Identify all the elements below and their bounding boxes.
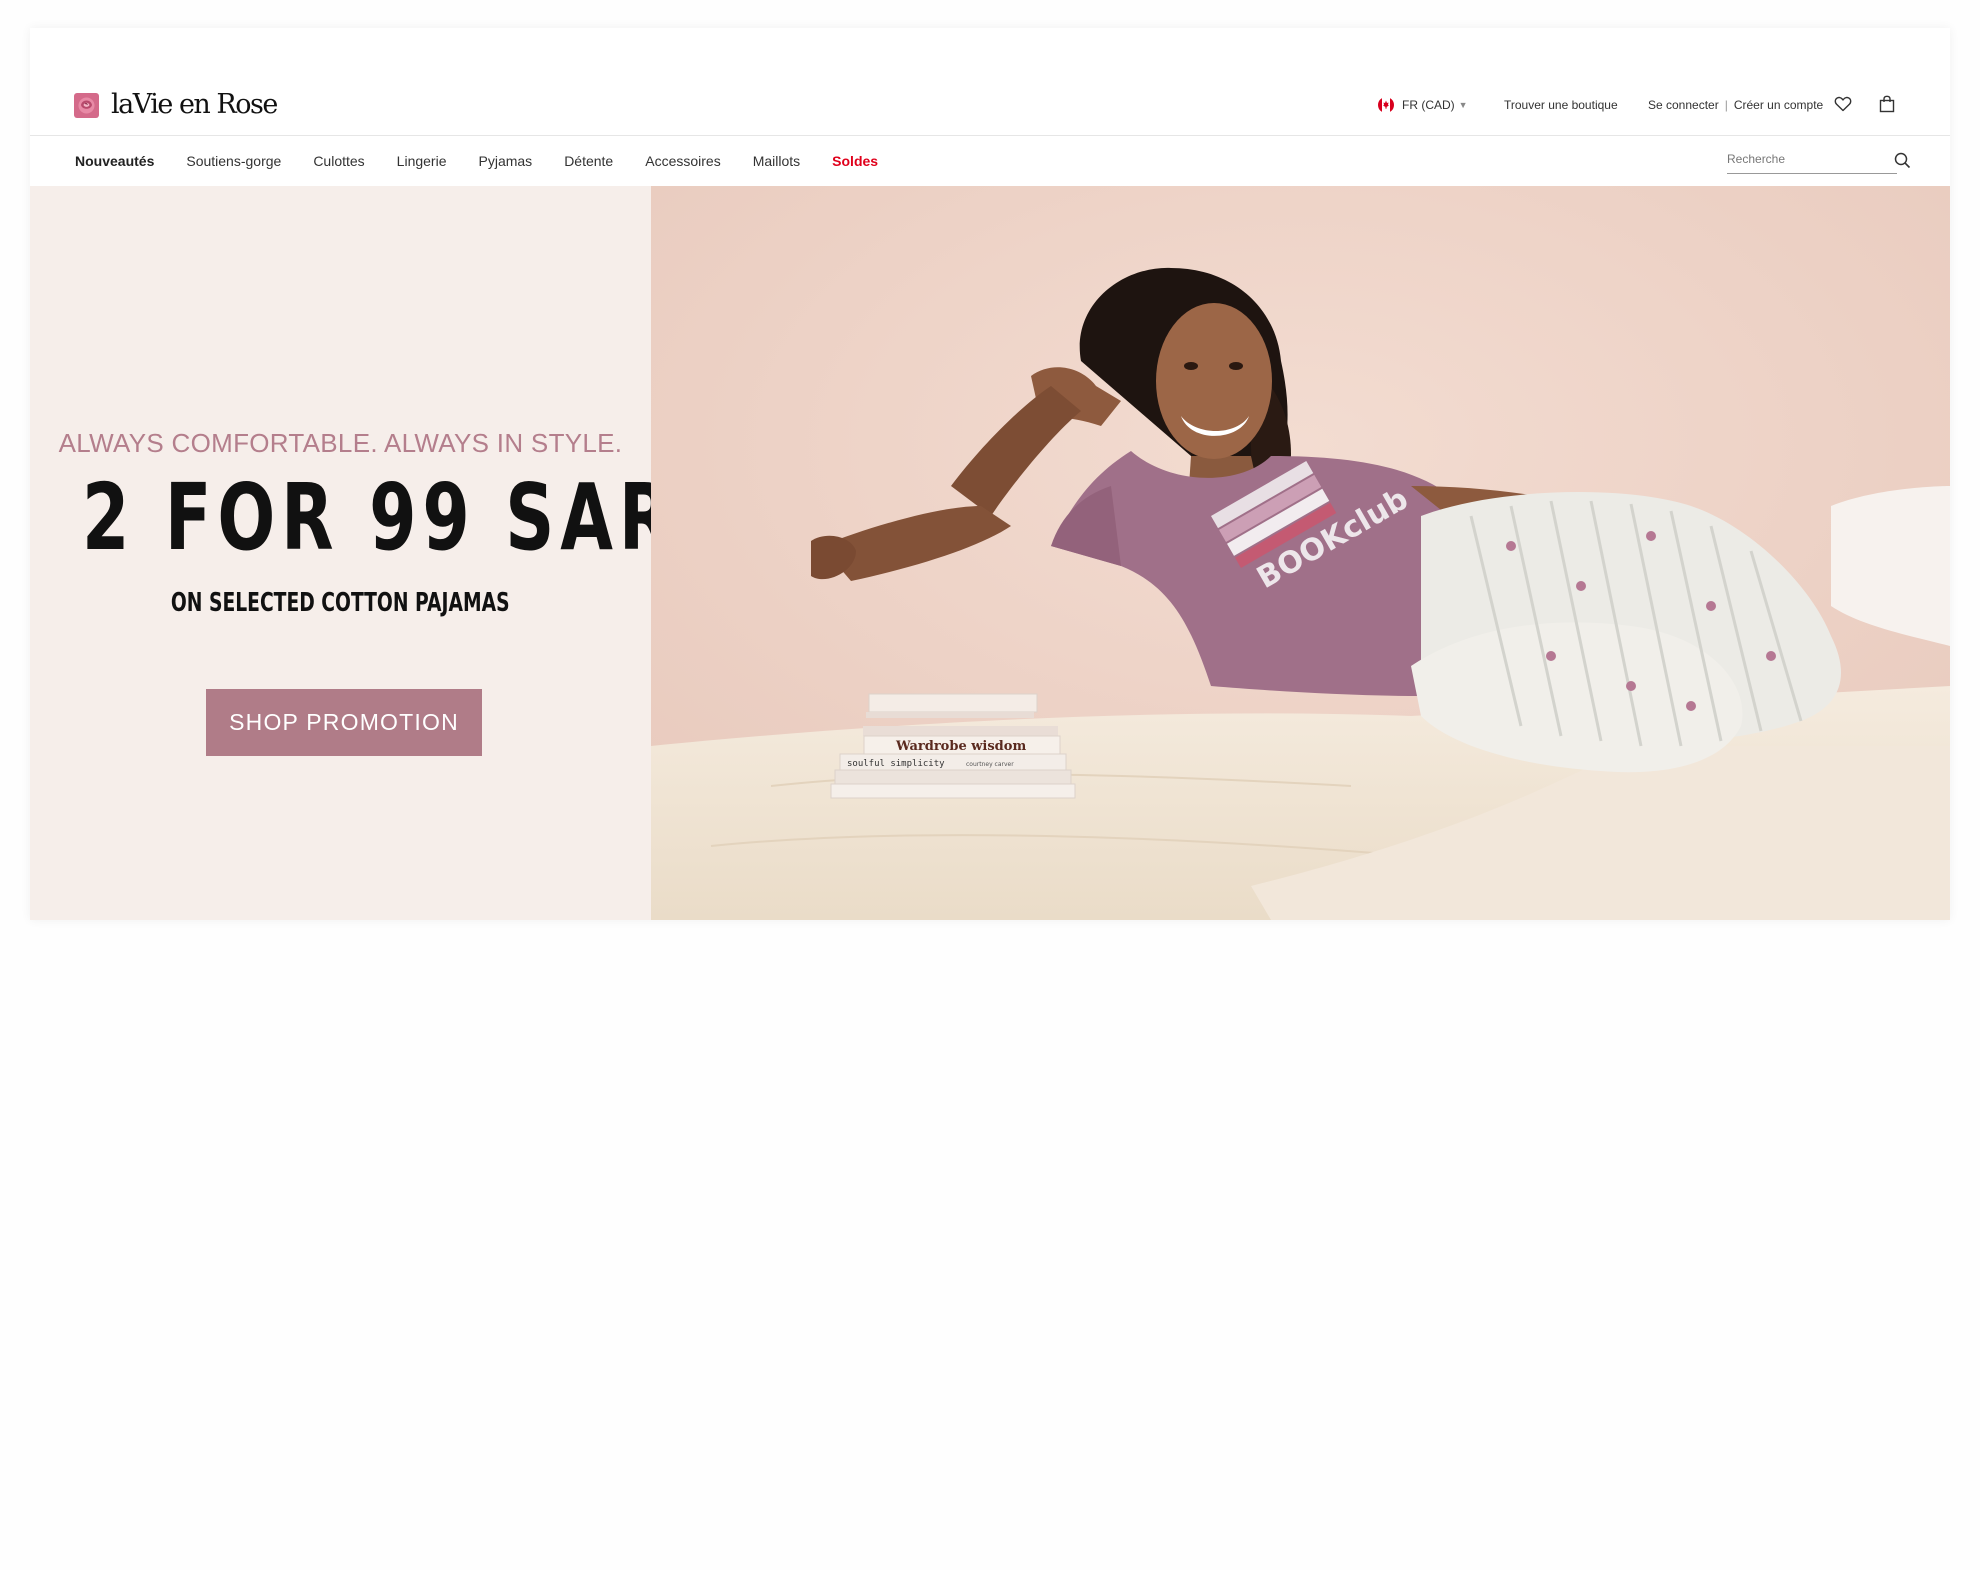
account-separator: | — [1724, 98, 1728, 112]
find-store-link[interactable]: Trouver une boutique — [1504, 92, 1618, 118]
search-input[interactable] — [1727, 148, 1877, 170]
hero-image[interactable]: Wardrobe wisdom soulful simplicity court… — [651, 186, 1950, 920]
brand-name: laVie en Rose — [111, 89, 278, 120]
nav-item-accessories[interactable]: Accessoires — [645, 153, 720, 169]
shopping-bag-icon[interactable] — [1877, 94, 1897, 114]
sign-in-link[interactable]: Se connecter — [1648, 98, 1719, 112]
hero-subheadline-text: ON SELECTED COTTON PAJAMAS — [171, 588, 510, 618]
hero-banner: ALWAYS COMFORTABLE. ALWAYS IN STYLE. 2 F… — [30, 186, 1950, 920]
book-author-text: courtney carver — [966, 761, 1014, 768]
heart-icon[interactable] — [1833, 94, 1853, 114]
brand-logo[interactable]: laVie en Rose — [74, 89, 278, 120]
rose-logo-icon — [74, 92, 99, 118]
nav-item-pajamas[interactable]: Pyjamas — [479, 153, 533, 169]
chevron-down-icon: ▼ — [1458, 100, 1468, 110]
book-title-text-2: soulful simplicity — [847, 759, 945, 769]
nav-item-sale[interactable]: Soldes — [832, 153, 878, 169]
page-frame: laVie en Rose FR (CAD) ▼ Trouver une bou… — [30, 28, 1950, 920]
main-navigation: Nouveautés Soutiens-gorge Culottes Linge… — [30, 136, 1950, 186]
hero-text-panel: ALWAYS COMFORTABLE. ALWAYS IN STYLE. 2 F… — [30, 186, 678, 920]
language-label: FR (CAD) — [1402, 98, 1455, 112]
nav-item-swimwear[interactable]: Maillots — [753, 153, 800, 169]
language-selector[interactable]: FR (CAD) ▼ — [1378, 92, 1468, 118]
canada-flag-icon — [1378, 97, 1394, 113]
hero-subheadline: ON SELECTED COTTON PAJAMAS — [30, 588, 651, 618]
shop-promotion-button[interactable]: SHOP PROMOTION — [206, 689, 482, 756]
search-icon[interactable] — [1894, 152, 1911, 169]
nav-item-new[interactable]: Nouveautés — [75, 153, 154, 169]
site-header: laVie en Rose FR (CAD) ▼ Trouver une bou… — [30, 28, 1950, 136]
nav-item-lounge[interactable]: Détente — [564, 153, 613, 169]
search-box — [1727, 148, 1911, 174]
nav-item-panties[interactable]: Culottes — [313, 153, 364, 169]
model-pajamas-photo: Wardrobe wisdom soulful simplicity court… — [651, 186, 1950, 920]
account-links: Se connecter | Créer un compte — [1648, 92, 1823, 118]
hero-headline: 2 FOR 99 SAR — [82, 464, 678, 571]
create-account-link[interactable]: Créer un compte — [1734, 98, 1823, 112]
hero-tagline: ALWAYS COMFORTABLE. ALWAYS IN STYLE. — [58, 428, 623, 458]
nav-item-lingerie[interactable]: Lingerie — [397, 153, 447, 169]
book-title-text: Wardrobe wisdom — [895, 739, 1026, 754]
nav-item-bras[interactable]: Soutiens-gorge — [186, 153, 281, 169]
